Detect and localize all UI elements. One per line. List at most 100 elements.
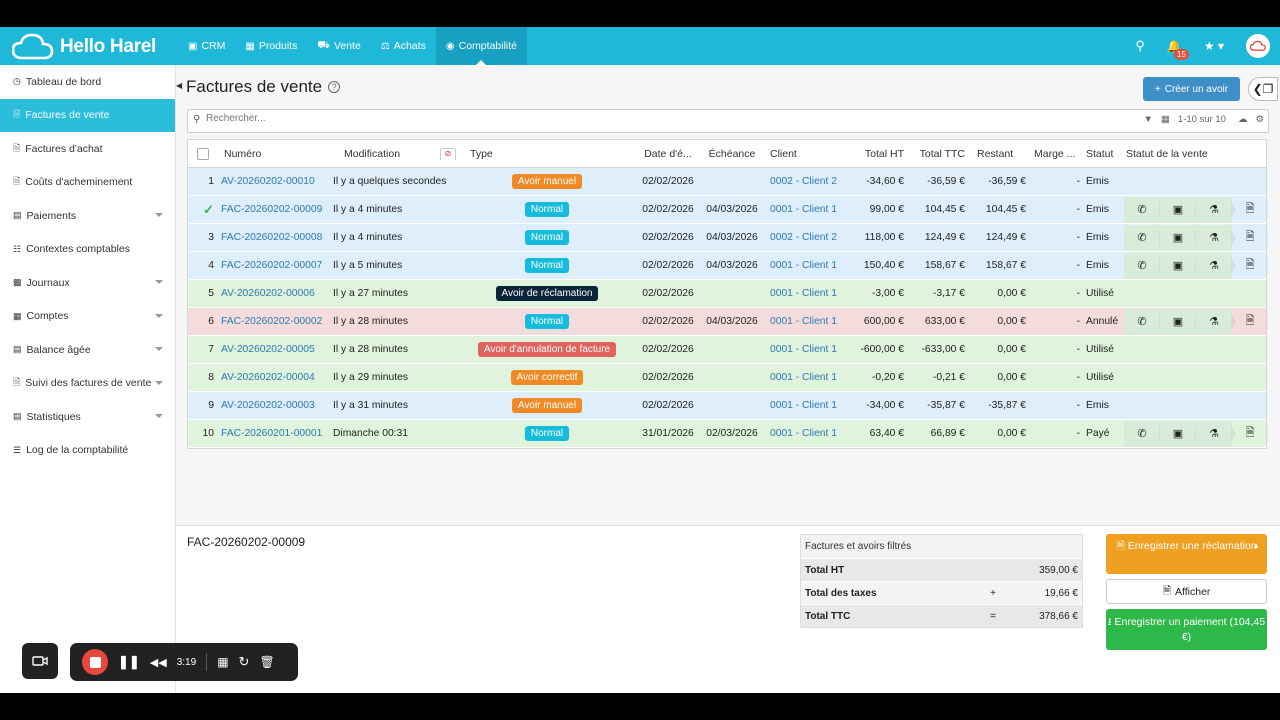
col-header[interactable]: Numéro <box>218 148 328 160</box>
show-button[interactable]: 🗎 Afficher <box>1106 579 1267 604</box>
table-row[interactable]: 7 AV-20260202-00005 Il y a 28 minutes Avoir… <box>188 336 1266 364</box>
table-row[interactable]: 10 FAC-20260201-00001 Dimanche 00:31 Normal… <box>188 420 1268 448</box>
sidebar-item-log-de-la-comptabilit-[interactable]: ☰ Log de la comptabilité <box>0 434 175 468</box>
invoice-icon[interactable]: 🗎 <box>1232 421 1268 447</box>
nav-item-vente[interactable]: ⛟ Vente <box>307 27 370 65</box>
cell-client[interactable]: 0001 - Client 1 <box>764 344 842 355</box>
table-row[interactable]: ✓ FAC-20260202-00009 Il y a 4 minutes Norma… <box>188 196 1268 224</box>
chevron-down-icon[interactable] <box>155 313 163 318</box>
cell-num[interactable]: FAC-20260202-00002 <box>218 316 328 327</box>
sidebar-item-co-ts-d-acheminement[interactable]: 🗎 Coûts d'acheminement <box>0 166 175 200</box>
sidebar-item-balance-g-e[interactable]: ▤ Balance âgée <box>0 333 175 367</box>
box-icon[interactable]: ▣ <box>1160 252 1200 279</box>
chevron-down-icon[interactable] <box>155 380 163 385</box>
camera-button[interactable] <box>22 643 58 679</box>
phone-icon[interactable]: ✆ <box>1124 308 1164 335</box>
dolly-icon[interactable]: ⚗ <box>1196 252 1236 279</box>
cell-num[interactable]: AV-20260202-00006 <box>218 288 328 299</box>
col-header[interactable]: Restant <box>965 148 1026 160</box>
panel-toggle[interactable]: ❮❐ <box>1248 77 1278 101</box>
box-icon[interactable]: ▣ <box>1160 308 1200 335</box>
sidebar-item-statistiques[interactable]: ▤ Statistiques <box>0 400 175 434</box>
invoice-icon[interactable]: 🗎 <box>1232 197 1268 223</box>
register-claim-button[interactable]: 🗎 Enregistrer une réclamation ▲ <box>1106 534 1267 574</box>
chevron-down-icon[interactable] <box>155 280 163 284</box>
star-icon[interactable]: ★ ▾ <box>1204 39 1224 53</box>
invoice-icon[interactable]: 🗎 <box>1232 253 1268 279</box>
phone-icon[interactable]: ✆ <box>1124 224 1164 251</box>
col-header[interactable]: Marge ... <box>1026 148 1080 160</box>
dolly-icon[interactable]: ⚗ <box>1196 224 1236 251</box>
cell-client[interactable]: 0002 - Client 2 <box>764 176 842 187</box>
invoice-icon[interactable]: 🗎 <box>1232 309 1268 335</box>
select-all-checkbox[interactable] <box>197 147 209 160</box>
sidebar-item-factures-de-vente[interactable]: 🗎 Factures de vente <box>0 98 175 132</box>
cloud-download-icon[interactable]: ☁ <box>1238 114 1248 125</box>
cell-client[interactable]: 0001 - Client 1 <box>764 288 842 299</box>
col-header[interactable]: Statut de la vente <box>1124 148 1268 160</box>
dolly-icon[interactable]: ⚗ <box>1196 308 1236 335</box>
sidebar-item-journaux[interactable]: ▩ Journaux <box>0 266 175 300</box>
rewind-icon[interactable]: ◀◀ <box>150 656 167 669</box>
restart-icon[interactable]: ↻ <box>239 654 250 670</box>
cell-num[interactable]: AV-20260202-00005 <box>218 344 328 355</box>
caret-up-icon[interactable]: ▲ <box>1252 538 1260 553</box>
app-logo[interactable]: Hello Harel <box>12 33 156 61</box>
cell-num[interactable]: FAC-20260201-00001 <box>218 428 328 439</box>
table-row[interactable]: 9 AV-20260202-00003 Il y a 31 minutes Avoir… <box>188 392 1266 420</box>
sidebar-item-paiements[interactable]: ▤ Paiements <box>0 199 175 233</box>
filter-off-icon[interactable]: ⊘ <box>440 147 456 160</box>
cell-client[interactable]: 0002 - Client 2 <box>764 232 842 243</box>
cell-client[interactable]: 0001 - Client 1 <box>764 204 842 215</box>
chevron-down-icon[interactable] <box>155 347 163 351</box>
phone-icon[interactable]: ✆ <box>1124 196 1164 223</box>
cell-client[interactable]: 0001 - Client 1 <box>764 400 842 411</box>
col-header[interactable]: Échéance <box>700 148 764 160</box>
phone-icon[interactable]: ✆ <box>1124 420 1164 447</box>
create-credit-note-button[interactable]: + Créer un avoir <box>1143 77 1240 101</box>
pause-icon[interactable]: ❚❚ <box>118 654 140 670</box>
cell-client[interactable]: 0001 - Client 1 <box>764 428 842 439</box>
nav-item-produits[interactable]: ▦ Produits <box>235 27 307 65</box>
sidebar-item-tableau-de-bord[interactable]: ◷ Tableau de bord <box>0 65 175 99</box>
box-icon[interactable]: ▣ <box>1160 420 1200 447</box>
box-icon[interactable]: ▣ <box>1160 196 1200 223</box>
search-input[interactable] <box>206 113 906 124</box>
cell-client[interactable]: 0001 - Client 1 <box>764 260 842 271</box>
table-row[interactable]: 3 FAC-20260202-00008 Il y a 4 minutes Norma… <box>188 224 1268 252</box>
table-row[interactable]: 6 FAC-20260202-00002 Il y a 28 minutes Norm… <box>188 308 1268 336</box>
sidebar-item-suivi-des-factures-de-vente[interactable]: 🗎 Suivi des factures de vente <box>0 367 175 401</box>
col-header[interactable]: Client <box>764 148 842 160</box>
table-row[interactable]: 8 AV-20260202-00004 Il y a 29 minutes Avoir… <box>188 364 1266 392</box>
chevron-down-icon[interactable] <box>155 414 163 418</box>
nav-item-crm[interactable]: ▣ CRM <box>178 27 235 65</box>
gear-icon[interactable]: ⚙ <box>1255 114 1264 125</box>
nav-item-comptabilité[interactable]: ◉ Comptabilité <box>435 27 528 65</box>
table-row[interactable]: 1 AV-20260202-00010 Il y a quelques second… <box>188 168 1266 196</box>
cell-num[interactable]: FAC-20260202-00009 <box>218 204 328 215</box>
col-header-modification[interactable]: Modification ⊘ <box>328 147 458 160</box>
calendar-icon[interactable]: ▦ <box>1161 114 1170 125</box>
phone-icon[interactable]: ✆ <box>1124 252 1164 279</box>
check-icon[interactable]: ✓ <box>203 202 214 217</box>
dolly-icon[interactable]: ⚗ <box>1196 420 1236 447</box>
cell-num[interactable]: AV-20260202-00004 <box>218 372 328 383</box>
col-header[interactable]: Total TTC <box>904 148 965 160</box>
sidebar-item-comptes[interactable]: ▦ Comptes <box>0 300 175 334</box>
register-payment-button[interactable]: ⭳ Enregistrer un paiement (104,45 €) <box>1106 609 1267 650</box>
stop-button[interactable] <box>82 649 108 675</box>
user-avatar[interactable] <box>1246 34 1270 58</box>
dolly-icon[interactable]: ⚗ <box>1196 196 1236 223</box>
col-header[interactable]: Total HT <box>842 148 904 160</box>
box-icon[interactable]: ▣ <box>1160 224 1200 251</box>
col-header[interactable]: Type <box>458 148 636 160</box>
chevron-down-icon[interactable] <box>155 213 163 217</box>
invoice-icon[interactable]: 🗎 <box>1232 225 1268 251</box>
cell-client[interactable]: 0001 - Client 1 <box>764 372 842 383</box>
sidebar-item-contextes-comptables[interactable]: ☷ Contextes comptables <box>0 233 175 267</box>
col-header[interactable]: Date d'é... <box>636 148 700 160</box>
search-icon[interactable]: ⚲ <box>1135 38 1145 54</box>
cell-num[interactable]: FAC-20260202-00008 <box>218 232 328 243</box>
nav-item-achats[interactable]: ⚖ Achats <box>371 27 436 65</box>
trash-icon[interactable]: 🗑 <box>259 655 274 669</box>
